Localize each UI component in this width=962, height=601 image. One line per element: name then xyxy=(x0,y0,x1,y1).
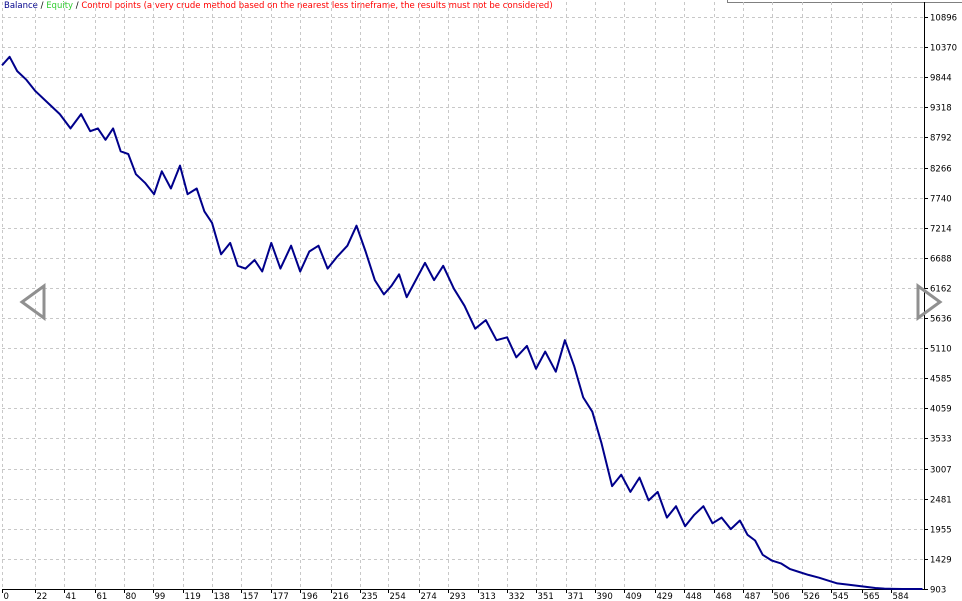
y-tick-label: 9844 xyxy=(930,74,952,84)
y-tick-label: 1955 xyxy=(930,526,952,536)
y-tick-label: 903 xyxy=(930,586,946,596)
x-tick-label: 429 xyxy=(657,592,673,601)
x-tick-label: 565 xyxy=(864,592,880,601)
prev-page-button[interactable] xyxy=(16,282,50,322)
x-tick-label: 468 xyxy=(716,592,732,601)
y-tick-label: 3533 xyxy=(930,435,952,445)
x-tick-label: 196 xyxy=(302,592,318,601)
chart-grid xyxy=(2,2,924,590)
x-tick-label: 138 xyxy=(214,592,230,601)
y-tick-label: 10370 xyxy=(930,44,957,54)
balance-equity-chart: 0 22 41 61 80 99 119 138 157 177 196 216 235 254 274 29… xyxy=(1,2,957,601)
x-tick-label: 371 xyxy=(568,592,584,601)
y-tick-label: 7214 xyxy=(930,225,952,235)
y-tick-label: 6688 xyxy=(930,255,952,265)
x-tick-label: 409 xyxy=(626,592,642,601)
x-tick-label: 157 xyxy=(243,592,259,601)
x-tick-label: 351 xyxy=(538,592,554,601)
x-tick-label: 332 xyxy=(509,592,525,601)
x-tick-label: 80 xyxy=(126,592,137,601)
x-tick-label: 99 xyxy=(155,592,166,601)
x-tick-label: 235 xyxy=(362,592,378,601)
y-tick-label: 8266 xyxy=(930,165,952,175)
x-tick-label: 293 xyxy=(450,592,466,601)
series-group xyxy=(1,55,923,590)
x-tick-label: 0 xyxy=(4,592,9,601)
x-axis: 0 22 41 61 80 99 119 138 157 177 196 216 235 254 274 29… xyxy=(2,589,909,601)
y-tick-label: 5110 xyxy=(930,345,952,355)
triangle-left-icon xyxy=(19,283,46,321)
y-tick-label: 3007 xyxy=(930,466,952,476)
y-tick-label: 4585 xyxy=(930,375,952,385)
x-tick-label: 41 xyxy=(66,592,77,601)
next-page-button[interactable] xyxy=(912,282,946,322)
x-tick-label: 313 xyxy=(480,592,496,601)
x-tick-label: 506 xyxy=(774,592,790,601)
x-tick-label: 545 xyxy=(833,592,849,601)
x-tick-label: 177 xyxy=(273,592,289,601)
x-tick-label: 448 xyxy=(686,592,702,601)
y-tick-label: 10896 xyxy=(930,14,957,24)
balance-line xyxy=(1,55,923,590)
y-tick-label: 2481 xyxy=(930,496,952,506)
x-tick-label: 61 xyxy=(97,592,108,601)
x-tick-label: 216 xyxy=(333,592,349,601)
x-tick-label: 487 xyxy=(745,592,761,601)
x-tick-label: 526 xyxy=(804,592,820,601)
y-tick-label: 7740 xyxy=(930,195,952,205)
x-tick-label: 390 xyxy=(597,592,613,601)
y-tick-label: 4059 xyxy=(930,405,952,415)
plot-frame xyxy=(2,2,925,590)
y-tick-label: 9318 xyxy=(930,104,952,114)
x-tick-label: 22 xyxy=(37,592,48,601)
x-tick-label: 274 xyxy=(421,592,437,601)
y-tick-label: 8792 xyxy=(930,134,952,144)
triangle-right-icon xyxy=(916,283,943,321)
x-tick-label: 119 xyxy=(185,592,201,601)
x-tick-label: 254 xyxy=(390,592,406,601)
y-tick-label: 1429 xyxy=(930,556,952,566)
x-tick-label: 584 xyxy=(893,592,909,601)
